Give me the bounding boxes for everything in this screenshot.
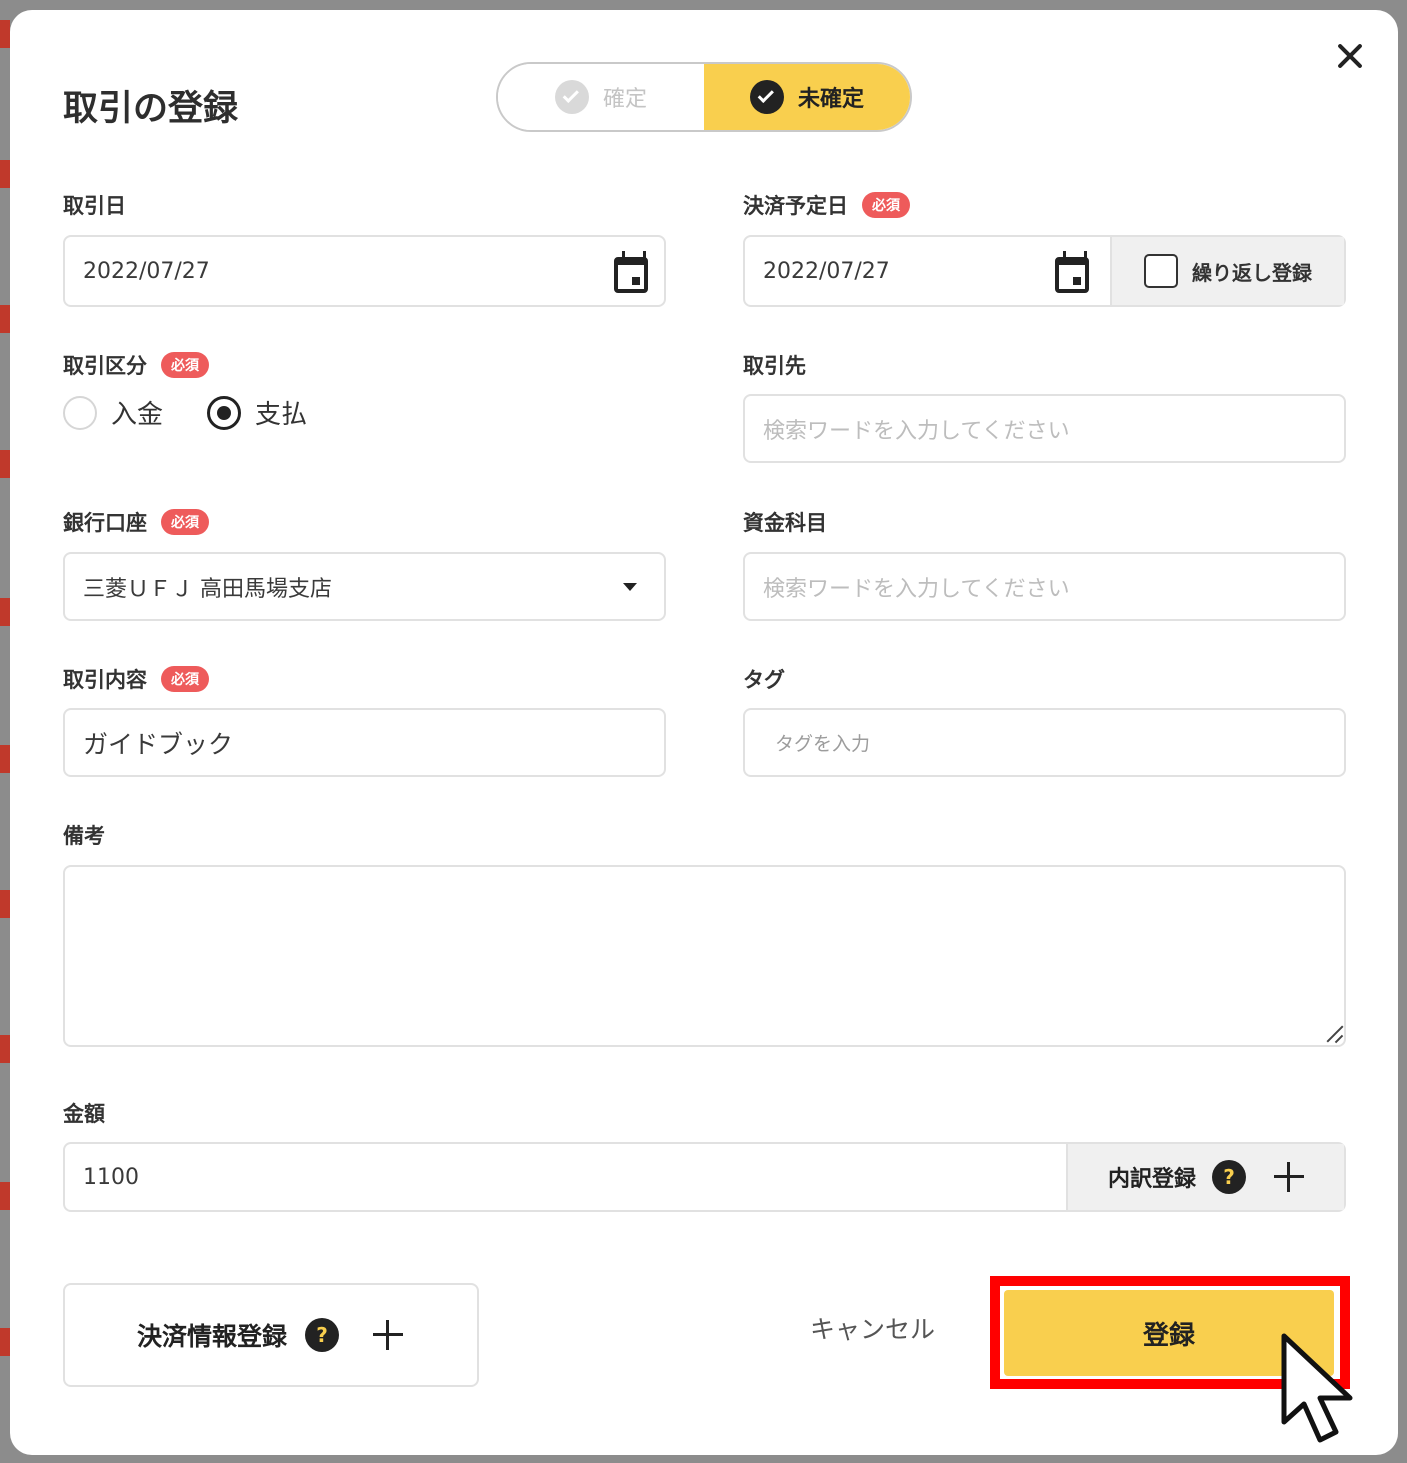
- partner-search-input[interactable]: 検索ワードを入力してください: [743, 394, 1346, 463]
- fund-item-placeholder: 検索ワードを入力してください: [763, 576, 1070, 602]
- repeat-registration[interactable]: 繰り返し登録: [1110, 237, 1344, 305]
- tags-label: タグ: [743, 668, 785, 692]
- partner-placeholder: 検索ワードを入力してください: [763, 418, 1070, 444]
- background-marker: [0, 1182, 10, 1210]
- settlement-date-value: 2022/07/27: [763, 258, 890, 284]
- amount-input[interactable]: 1100 内訳登録 ?: [63, 1142, 1346, 1212]
- background-marker: [0, 1328, 10, 1356]
- plus-icon: [1272, 1160, 1306, 1194]
- check-circle-icon: [554, 80, 589, 114]
- settlement-info-label: 決済情報登録: [136, 1322, 287, 1351]
- transaction-dialog: 取引の登録 確定 未確定 取引日 2022/07/27 決済予定日 必須 202…: [10, 10, 1398, 1455]
- required-badge: 必須: [161, 666, 209, 692]
- submit-label: 登録: [1142, 1320, 1195, 1351]
- toggle-confirmed-label: 確定: [602, 87, 647, 112]
- notes-label: 備考: [63, 824, 105, 848]
- settlement-date-label: 決済予定日 必須: [743, 190, 910, 220]
- description-label: 取引内容 必須: [63, 664, 209, 694]
- radio-deposit[interactable]: [63, 395, 97, 430]
- transaction-date-value: 2022/07/27: [83, 258, 210, 284]
- notes-textarea[interactable]: [63, 865, 1346, 1047]
- transaction-date-label: 取引日: [63, 194, 126, 218]
- amount-value: 1100: [83, 1164, 139, 1190]
- background-marker: [0, 890, 10, 918]
- bank-account-value: 三菱ＵＦＪ 高田馬場支店: [83, 576, 332, 602]
- repeat-checkbox[interactable]: [1144, 254, 1178, 288]
- calendar-icon[interactable]: [614, 251, 648, 293]
- help-icon[interactable]: ?: [305, 1318, 339, 1352]
- settlement-date-field[interactable]: 2022/07/27 繰り返し登録: [743, 235, 1346, 307]
- description-value: ガイドブック: [83, 729, 234, 759]
- amount-label: 金額: [63, 1102, 105, 1126]
- status-toggle: 確定 未確定: [496, 62, 912, 132]
- repeat-label: 繰り返し登録: [1192, 260, 1312, 285]
- resize-handle-icon[interactable]: [1321, 1021, 1343, 1043]
- check-circle-icon: [749, 80, 784, 114]
- transaction-type-label: 取引区分 必須: [63, 350, 209, 380]
- background-marker: [0, 1035, 10, 1063]
- chevron-down-icon: [623, 583, 637, 591]
- required-badge: 必須: [161, 509, 209, 535]
- toggle-unconfirmed[interactable]: 未確定: [704, 64, 910, 130]
- background-marker: [0, 450, 10, 478]
- breakdown-button[interactable]: 内訳登録 ?: [1065, 1144, 1344, 1210]
- tags-placeholder: タグを入力: [775, 733, 871, 755]
- toggle-unconfirmed-label: 未確定: [797, 87, 864, 112]
- transaction-type-options: 入金 支払: [63, 394, 307, 431]
- background-marker: [0, 745, 10, 773]
- toggle-confirmed[interactable]: 確定: [498, 64, 704, 130]
- radio-deposit-label: 入金: [111, 400, 164, 430]
- bank-account-label: 銀行口座 必須: [63, 507, 209, 537]
- cancel-button[interactable]: キャンセル: [810, 1310, 935, 1346]
- transaction-date-field[interactable]: 2022/07/27: [63, 235, 666, 307]
- dialog-title: 取引の登録: [63, 89, 239, 129]
- breakdown-label: 内訳登録: [1107, 1167, 1196, 1192]
- mouse-pointer-icon: [1281, 1333, 1353, 1443]
- settlement-info-button[interactable]: 決済情報登録 ?: [63, 1283, 479, 1387]
- background-marker: [0, 598, 10, 626]
- help-icon[interactable]: ?: [1212, 1160, 1246, 1194]
- background-marker: [0, 160, 10, 188]
- radio-payment-label: 支払: [255, 400, 308, 430]
- fund-item-search-input[interactable]: 検索ワードを入力してください: [743, 552, 1346, 621]
- required-badge: 必須: [161, 352, 209, 378]
- radio-payment[interactable]: [207, 395, 242, 430]
- close-icon[interactable]: [1332, 38, 1368, 74]
- fund-item-label: 資金科目: [743, 511, 827, 535]
- bank-account-select[interactable]: 三菱ＵＦＪ 高田馬場支店: [63, 552, 666, 621]
- description-input[interactable]: ガイドブック: [63, 708, 666, 777]
- tags-input[interactable]: タグを入力: [743, 708, 1346, 777]
- plus-icon: [371, 1318, 405, 1352]
- background-marker: [0, 305, 10, 333]
- background-marker: [0, 20, 10, 48]
- calendar-icon[interactable]: [1055, 251, 1089, 293]
- partner-label: 取引先: [743, 354, 806, 378]
- required-badge: 必須: [862, 192, 910, 218]
